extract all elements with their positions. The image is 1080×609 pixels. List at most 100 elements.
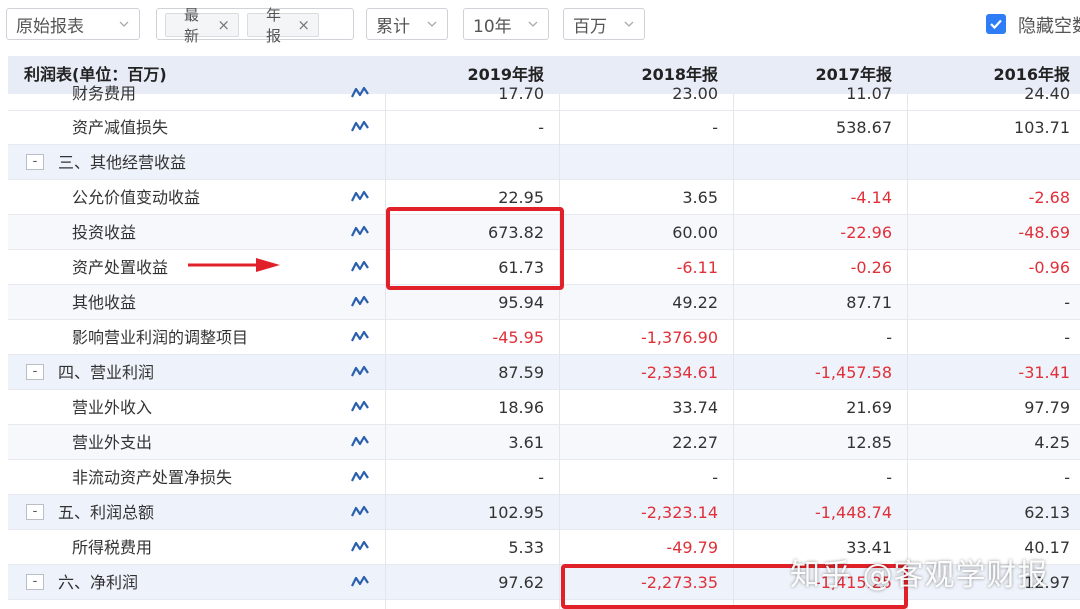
value-cell: 87.59 (498, 363, 544, 382)
trend-chart-icon[interactable] (351, 259, 369, 275)
trend-chart-icon[interactable] (351, 294, 369, 310)
value-cell: - (712, 468, 718, 487)
trend-chart-icon[interactable] (351, 119, 369, 135)
value-cell: - (1064, 293, 1070, 312)
value-cell: -48.69 (1018, 223, 1070, 242)
value-cell: -45.95 (492, 328, 544, 347)
row-label: 四、营业利润 (58, 363, 155, 382)
chevron-down-icon (119, 19, 129, 29)
value-cell: -49.79 (666, 538, 718, 557)
mode-select[interactable]: 累计 (366, 8, 448, 40)
value-cell: - (886, 468, 892, 487)
years-select[interactable]: 10年 (463, 8, 549, 40)
table-row: 资产减值损失 - - 538.67 103.71 (8, 110, 1080, 145)
toolbar: 原始报表 最新 × 年报 × 累计 10年 百万 隐藏空数据 (0, 0, 1080, 48)
value-cell: 102.95 (488, 503, 544, 522)
value-cell: 33.74 (672, 398, 718, 417)
value-cell: -4.14 (850, 188, 892, 207)
row-label: 五、利润总额 (58, 503, 155, 522)
row-label: 投资收益 (72, 223, 137, 242)
income-statement-table: 利润表(单位：百万) 2019年报 2018年报 2017年报 2016年报 财… (8, 56, 1080, 609)
row-label: 其他收益 (72, 293, 137, 312)
trend-chart-icon[interactable] (351, 504, 369, 520)
trend-chart-icon[interactable] (351, 469, 369, 485)
chevron-down-icon (528, 19, 538, 29)
value-cell: 24.40 (1024, 84, 1070, 103)
close-icon[interactable]: × (297, 16, 310, 34)
hide-empty-label: 隐藏空数据 (1018, 16, 1080, 37)
chevron-down-icon (624, 19, 634, 29)
value-cell: 97.79 (1024, 398, 1070, 417)
unit-select[interactable]: 百万 (563, 8, 645, 40)
value-cell: 97.62 (498, 573, 544, 592)
row-label: 六、净利润 (58, 573, 139, 592)
table-row: 其他收益 95.94 49.22 87.71 - (8, 285, 1080, 320)
value-cell: -31.41 (1018, 363, 1070, 382)
row-label: 资产减值损失 (72, 118, 169, 137)
trend-chart-icon[interactable] (351, 399, 369, 415)
trend-chart-icon[interactable] (351, 85, 369, 101)
table-row: 非流动资产处置净损失 - - - - (8, 460, 1080, 495)
table-row: 影响营业利润的调整项目 -45.95 -1,376.90 - - (8, 320, 1080, 355)
collapse-toggle[interactable]: - (26, 504, 44, 520)
value-cell: 103.71 (1014, 118, 1070, 137)
mode-value: 累计 (376, 16, 410, 37)
table-row-partial (8, 600, 1080, 609)
value-cell: -22.96 (840, 223, 892, 242)
table-row: 营业外支出 3.61 22.27 12.85 4.25 (8, 425, 1080, 460)
collapse-toggle[interactable]: - (26, 364, 44, 380)
value-cell: -1,448.74 (814, 503, 892, 522)
value-cell: -0.96 (1028, 258, 1070, 277)
trend-chart-icon[interactable] (351, 434, 369, 450)
table-row: 营业外收入 18.96 33.74 21.69 97.79 (8, 390, 1080, 425)
report-type-value: 原始报表 (16, 16, 84, 37)
value-cell: - (538, 118, 544, 137)
filter-tag-box[interactable]: 最新 × 年报 × (156, 6, 354, 45)
value-cell: -0.26 (850, 258, 892, 277)
row-label: 资产处置收益 (72, 258, 169, 277)
hide-empty-checkbox[interactable] (986, 14, 1006, 34)
value-cell: -1,457.58 (814, 363, 892, 382)
watermark: 知乎 @客观学财报 (790, 558, 1049, 593)
value-cell: 5.33 (508, 538, 544, 557)
value-cell: 23.00 (672, 84, 718, 103)
value-cell: - (538, 468, 544, 487)
trend-chart-icon[interactable] (351, 364, 369, 380)
value-cell: - (1064, 468, 1070, 487)
chevron-down-icon (427, 19, 437, 29)
trend-chart-icon[interactable] (351, 189, 369, 205)
collapse-toggle[interactable]: - (26, 574, 44, 590)
value-cell: 3.61 (508, 433, 544, 452)
report-type-select[interactable]: 原始报表 (6, 8, 140, 40)
row-label: 三、其他经营收益 (58, 153, 187, 172)
table-row: - 四、营业利润 87.59 -2,334.61 -1,457.58 -31.41 (8, 355, 1080, 390)
value-cell: 60.00 (672, 223, 718, 242)
value-cell: 4.25 (1034, 433, 1070, 452)
row-label: 所得税费用 (72, 538, 153, 557)
row-label: 营业外收入 (72, 398, 153, 417)
value-cell: 95.94 (498, 293, 544, 312)
table-row-partial: 财务费用 17.70 23.00 11.07 24.40 (8, 76, 1080, 111)
trend-chart-icon[interactable] (351, 574, 369, 590)
tag-latest-label: 最新 (184, 6, 200, 45)
value-cell: - (1064, 328, 1070, 347)
row-label: 公允价值变动收益 (72, 188, 201, 207)
value-cell: -1,376.90 (640, 328, 718, 347)
value-cell: 11.07 (846, 84, 892, 103)
trend-chart-icon[interactable] (351, 329, 369, 345)
value-cell: 21.69 (846, 398, 892, 417)
value-cell: 12.85 (846, 433, 892, 452)
check-icon (990, 19, 1002, 30)
close-icon[interactable]: × (217, 16, 230, 34)
tag-annual: 年报 × (247, 6, 319, 45)
value-cell: -6.11 (676, 258, 718, 277)
value-cell: - (712, 118, 718, 137)
collapse-toggle[interactable]: - (26, 154, 44, 170)
trend-chart-icon[interactable] (351, 539, 369, 555)
value-cell: 62.13 (1024, 503, 1070, 522)
value-cell: 17.70 (498, 84, 544, 103)
row-label: 营业外支出 (72, 433, 153, 452)
trend-chart-icon[interactable] (351, 224, 369, 240)
highlight-box-investment (386, 207, 564, 290)
row-label: 财务费用 (72, 84, 137, 103)
